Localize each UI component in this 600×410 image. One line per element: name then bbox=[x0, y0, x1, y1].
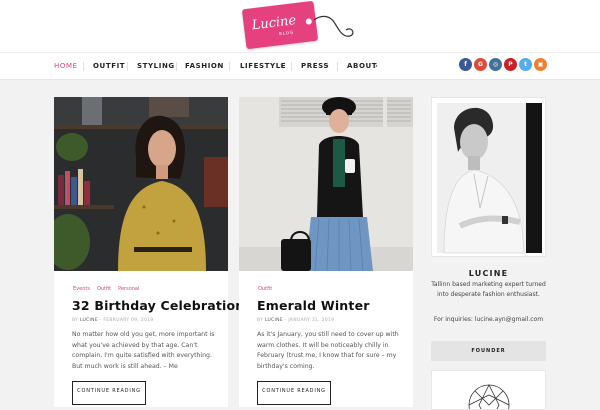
nav-divider bbox=[176, 62, 177, 71]
post-photo-emerald bbox=[239, 97, 413, 271]
tag-link[interactable]: Events bbox=[73, 286, 90, 292]
nav-about[interactable]: ABOUT bbox=[347, 62, 377, 70]
post-tags: Events Outfit Personal bbox=[73, 286, 146, 292]
founder-heading: FOUNDER bbox=[431, 341, 546, 361]
chevron-right-icon: › bbox=[326, 62, 330, 70]
post-image[interactable] bbox=[239, 97, 413, 271]
post-excerpt: No matter how old you get, more importan… bbox=[72, 331, 215, 370]
tag-link[interactable]: Outfit bbox=[97, 286, 111, 292]
post-meta: BY LUCINE - JANUARY 31, 2019 bbox=[257, 318, 334, 323]
post-card: Outfit Emerald Winter BY LUCINE - JANUAR… bbox=[239, 97, 413, 407]
post-date: - JANUARY 31, 2019 bbox=[283, 318, 335, 323]
facebook-icon[interactable]: f bbox=[459, 58, 472, 71]
continue-reading-button[interactable]: CONTINUE READING bbox=[72, 381, 146, 405]
google-plus-icon[interactable]: G bbox=[474, 58, 487, 71]
logo-subtext: BLOG bbox=[278, 29, 295, 37]
meta-by: BY bbox=[257, 318, 264, 323]
author-inquiries: For inquiries: lucine.ayn@gmail.com bbox=[433, 316, 544, 323]
site-header: Lucine BLOG bbox=[0, 0, 600, 52]
nav-home[interactable]: HOME bbox=[54, 62, 78, 70]
post-title[interactable]: 32 Birthday Celebration bbox=[72, 298, 244, 313]
post-title[interactable]: Emerald Winter bbox=[257, 298, 370, 313]
post-card: Events Outfit Personal 32 Birthday Celebra… bbox=[54, 97, 244, 407]
post-author[interactable]: LUCINE bbox=[80, 318, 98, 323]
rss-icon[interactable]: ▣ bbox=[534, 58, 547, 71]
author-name: LUCINE bbox=[468, 269, 509, 278]
pinterest-icon[interactable]: P bbox=[504, 58, 517, 71]
founder-widget bbox=[431, 370, 546, 410]
post-excerpt: As it's January, you still need to cover… bbox=[257, 331, 399, 370]
nav-divider bbox=[229, 62, 230, 71]
post-meta: BY LUCINE - FEBRUARY 09, 2019 bbox=[72, 318, 154, 323]
chevron-right-icon: › bbox=[217, 62, 221, 70]
nav-styling[interactable]: STYLING bbox=[137, 62, 175, 70]
chevron-right-icon: › bbox=[280, 62, 284, 70]
author-photo bbox=[431, 97, 546, 257]
nav-divider bbox=[337, 62, 338, 71]
post-author[interactable]: LUCINE bbox=[265, 318, 283, 323]
continue-reading-button[interactable]: CONTINUE READING bbox=[257, 381, 331, 405]
nav-outfit[interactable]: OUTFIT bbox=[93, 62, 125, 70]
chevron-right-icon: › bbox=[375, 62, 379, 70]
nav-divider bbox=[83, 62, 84, 71]
twitter-icon[interactable]: t bbox=[519, 58, 532, 71]
nav-divider bbox=[291, 62, 292, 71]
instagram-icon[interactable]: ◎ bbox=[489, 58, 502, 71]
tag-link[interactable]: Outfit bbox=[258, 286, 272, 292]
meta-by: BY bbox=[72, 318, 79, 323]
tag-link[interactable]: Personal bbox=[118, 286, 139, 292]
author-bio: Tallinn based marketing expert turned in… bbox=[431, 281, 546, 298]
post-image[interactable] bbox=[54, 97, 228, 271]
nav-divider bbox=[127, 62, 128, 71]
logo-tag-shape: Lucine BLOG bbox=[241, 0, 319, 50]
logo-string-icon bbox=[313, 15, 354, 37]
nav-press[interactable]: PRESS bbox=[301, 62, 329, 70]
post-photo-birthday bbox=[54, 97, 228, 271]
author-portrait bbox=[432, 98, 545, 256]
post-tags: Outfit bbox=[258, 286, 279, 292]
founder-emblem-icon bbox=[468, 384, 510, 409]
post-date: - FEBRUARY 09, 2019 bbox=[98, 318, 154, 323]
